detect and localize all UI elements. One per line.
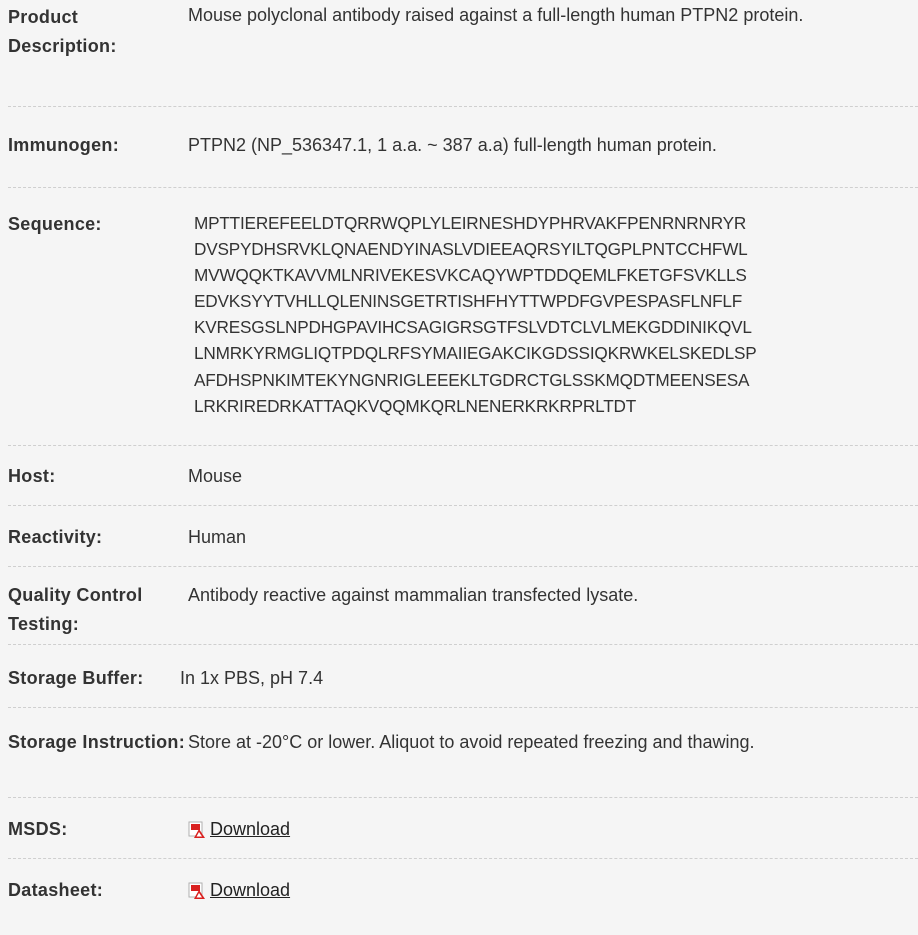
label-immunogen: Immunogen: [8, 135, 119, 155]
sequence-line: EDVKSYYTVHLLQLENINSGETRTISHFHYTTWPDFGVPE… [194, 291, 743, 312]
label-quality-control: Quality Control Testing: [8, 585, 143, 634]
value-host: Mouse [188, 466, 243, 486]
row-msds: MSDS: Download [8, 798, 918, 859]
sequence-line: LRKRIREDRKATTAQKVQQMKQRLNENERKRKRPRLTDT [194, 395, 637, 416]
row-product-description: Product Description: Mouse polyclonal an… [8, 0, 918, 107]
row-storage-buffer: Storage Buffer: In 1x PBS, pH 7.4 [8, 645, 918, 708]
msds-download-link[interactable]: Download [188, 815, 290, 844]
row-storage-instruction: Storage Instruction: Store at -20°C or l… [8, 708, 918, 798]
value-sequence: MPTTIEREFEELDTQRRWQPLYLEIRNESHDYPHRVAKFP… [188, 210, 918, 419]
datasheet-download-label: Download [210, 880, 291, 900]
value-reactivity: Human [188, 527, 247, 547]
sequence-line: MPTTIEREFEELDTQRRWQPLYLEIRNESHDYPHRVAKFP… [194, 213, 747, 233]
label-datasheet: Datasheet: [8, 880, 104, 900]
sequence-line: AFDHSPNKIMTEKYNGNRIGLEEEKLTGDRCTGLSSKMQD… [194, 369, 750, 390]
value-quality-control: Antibody reactive against mammalian tran… [188, 585, 639, 605]
row-reactivity: Reactivity: Human [8, 506, 918, 567]
label-host: Host: [8, 466, 56, 486]
value-immunogen: PTPN2 (NP_536347.1, 1 a.a. ~ 387 a.a) fu… [188, 135, 717, 155]
row-immunogen: Immunogen: PTPN2 (NP_536347.1, 1 a.a. ~ … [8, 107, 918, 188]
row-sequence: Sequence: MPTTIEREFEELDTQRRWQPLYLEIRNESH… [8, 188, 918, 446]
msds-download-label: Download [210, 819, 291, 839]
sequence-line: MVWQQKTKAVVMLNRIVEKESVKCAQYWPTDDQEMLFKET… [194, 265, 747, 286]
value-storage-buffer: In 1x PBS, pH 7.4 [180, 668, 324, 688]
sequence-line: LNMRKYRMGLIQTPDQLRFSYMAIIEGAKCIKGDSSIQKR… [194, 343, 757, 364]
sequence-line: DVSPYDHSRVKLQNAENDYINASLVDIEEAQRSYILTQGP… [194, 239, 748, 260]
sequence-line: KVRESGSLNPDHGPAVIHCSAGIGRSGTFSLVDTCLVLME… [194, 317, 752, 338]
row-datasheet: Datasheet: Download [8, 859, 918, 919]
label-storage-buffer: Storage Buffer: [8, 668, 144, 688]
label-msds: MSDS: [8, 819, 68, 839]
pdf-icon [188, 821, 205, 838]
product-spec-table: Product Description: Mouse polyclonal an… [0, 0, 918, 919]
value-storage-instruction: Store at -20°C or lower. Aliquot to avoi… [188, 732, 755, 752]
label-sequence: Sequence: [8, 214, 102, 234]
row-host: Host: Mouse [8, 446, 918, 506]
value-product-description: Mouse polyclonal antibody raised against… [188, 5, 804, 25]
label-storage-instruction: Storage Instruction: [8, 732, 186, 752]
label-product-description: Product Description: [8, 7, 117, 56]
row-quality-control: Quality Control Testing: Antibody reacti… [8, 567, 918, 645]
pdf-icon [188, 882, 205, 899]
value-datasheet: Download [188, 876, 918, 910]
label-reactivity: Reactivity: [8, 527, 103, 547]
value-msds: Download [188, 815, 918, 849]
datasheet-download-link[interactable]: Download [188, 876, 290, 905]
